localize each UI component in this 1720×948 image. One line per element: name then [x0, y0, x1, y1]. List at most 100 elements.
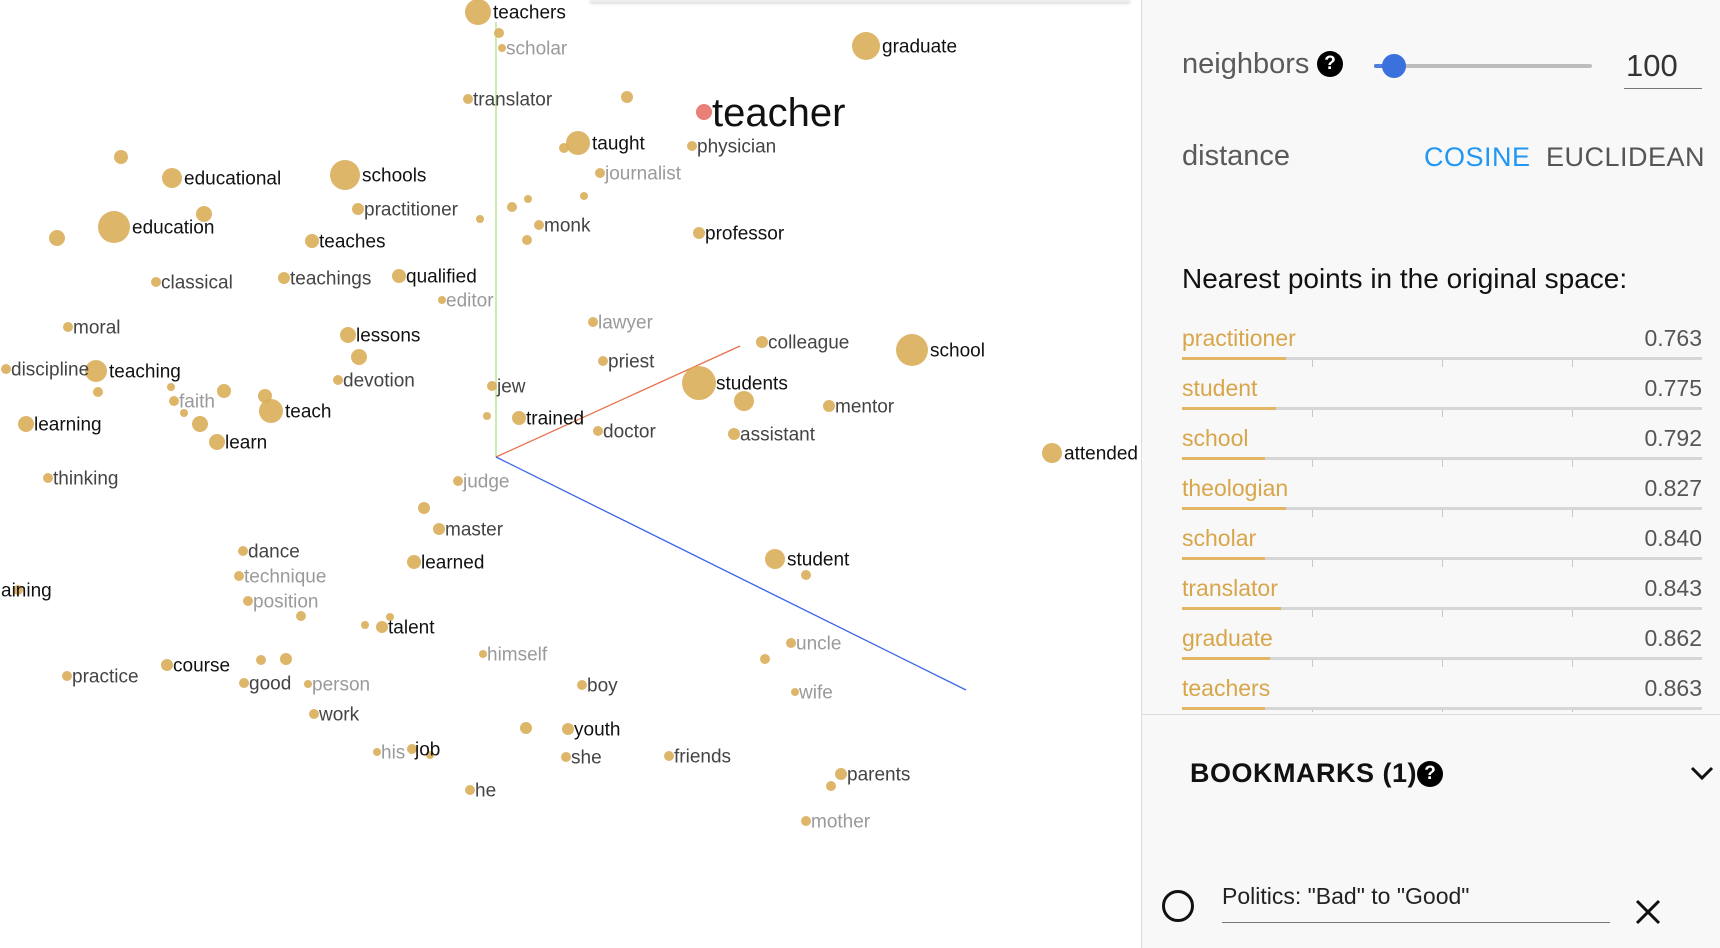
point-20[interactable] [522, 235, 532, 245]
point-76[interactable] [760, 654, 770, 664]
point-teaches[interactable] [305, 234, 319, 248]
point-professor[interactable] [693, 227, 705, 239]
point-thinking[interactable] [43, 473, 53, 483]
point-label-learned[interactable]: learned [421, 553, 484, 574]
point-label-technique[interactable]: technique [244, 567, 326, 588]
point-66[interactable] [801, 570, 811, 580]
point-his[interactable] [373, 748, 381, 756]
point-work[interactable] [309, 709, 319, 719]
point-16[interactable] [524, 195, 532, 203]
bookmark-radio[interactable] [1162, 890, 1194, 922]
point-label-aining[interactable]: aining [1, 581, 52, 602]
point-17[interactable] [580, 192, 588, 200]
point-practitioner[interactable] [352, 203, 364, 215]
point-monk[interactable] [534, 220, 544, 230]
nearest-word[interactable]: student [1182, 375, 1257, 402]
point-lawyer[interactable] [588, 317, 598, 327]
point-label-uncle[interactable]: uncle [796, 634, 841, 655]
point-practice[interactable] [62, 671, 72, 681]
point-educational[interactable] [162, 168, 182, 188]
point-she[interactable] [561, 752, 571, 762]
chevron-down-icon[interactable] [1690, 765, 1714, 781]
point-54[interactable] [192, 416, 208, 432]
point-label-learning[interactable]: learning [34, 415, 102, 436]
neighbors-slider-thumb[interactable] [1381, 54, 1406, 78]
point-position[interactable] [243, 596, 253, 606]
point-mentor[interactable] [823, 400, 835, 412]
point-label-taught[interactable]: taught [592, 134, 646, 155]
nearest-word[interactable]: school [1182, 425, 1248, 452]
point-label-student[interactable]: student [787, 550, 850, 571]
point-label-education[interactable]: education [132, 218, 214, 239]
point-2[interactable] [494, 28, 504, 38]
point-education[interactable] [98, 211, 130, 243]
point-label-devotion[interactable]: devotion [343, 371, 415, 392]
point-label-assistant[interactable]: assistant [740, 425, 816, 446]
point-72[interactable] [361, 621, 369, 629]
nearest-row[interactable]: theologian 0.827 [1182, 470, 1702, 520]
point-label-students[interactable]: students [716, 374, 788, 395]
point-label-teach[interactable]: teach [285, 402, 331, 423]
point-87[interactable] [520, 722, 532, 734]
point-label-discipline[interactable]: discipline [11, 360, 89, 381]
point-students[interactable] [682, 366, 716, 400]
point-journalist[interactable] [595, 168, 605, 178]
point-label-job[interactable]: job [414, 740, 440, 761]
point-label-his[interactable]: his [381, 743, 405, 764]
point-label-teachings[interactable]: teachings [290, 269, 371, 290]
point-teachings[interactable] [278, 272, 290, 284]
point-label-teachers[interactable]: teachers [493, 3, 566, 24]
point-dance[interactable] [238, 546, 248, 556]
point-course[interactable] [161, 659, 173, 671]
nearest-row[interactable]: scholar 0.840 [1182, 520, 1702, 570]
point-assistant[interactable] [728, 428, 740, 440]
point-label-teaching[interactable]: teaching [109, 362, 181, 383]
point-label-she[interactable]: she [571, 748, 602, 769]
point-33[interactable] [351, 349, 367, 365]
point-label-teacher[interactable]: teacher [712, 91, 845, 135]
neighbors-count-input[interactable]: 100 [1624, 44, 1702, 89]
point-label-wife[interactable]: wife [798, 683, 833, 704]
nearest-word[interactable]: teachers [1182, 675, 1270, 702]
point-11[interactable] [114, 150, 128, 164]
point-label-parents[interactable]: parents [847, 765, 910, 786]
point-attended[interactable] [1042, 443, 1062, 463]
nearest-points-list[interactable]: practitioner 0.763 student 0.775 school 0.792… [1182, 320, 1702, 712]
point-devotion[interactable] [333, 375, 343, 385]
point-label-educational[interactable]: educational [184, 169, 281, 190]
point-classical[interactable] [151, 277, 161, 287]
point-label-thinking[interactable]: thinking [53, 469, 119, 490]
point-label-practitioner[interactable]: practitioner [364, 200, 459, 221]
point-learned[interactable] [407, 555, 421, 569]
point-label-professor[interactable]: professor [705, 224, 785, 245]
point-priest[interactable] [598, 356, 608, 366]
nearest-row[interactable]: translator 0.843 [1182, 570, 1702, 620]
point-46[interactable] [217, 384, 231, 398]
point-79[interactable] [280, 653, 292, 665]
point-label-good[interactable]: good [249, 674, 291, 695]
point-label-boy[interactable]: boy [587, 676, 618, 697]
point-student[interactable] [765, 549, 785, 569]
point-jew[interactable] [487, 381, 497, 391]
point-translator[interactable] [463, 94, 473, 104]
point-label-doctor[interactable]: doctor [603, 422, 656, 443]
point-teach[interactable] [259, 399, 283, 423]
point-talent[interactable] [376, 621, 388, 633]
point-label-school[interactable]: school [930, 341, 985, 362]
point-doctor[interactable] [593, 426, 603, 436]
point-technique[interactable] [234, 571, 244, 581]
point-label-dance[interactable]: dance [248, 542, 300, 563]
point-label-he[interactable]: he [475, 781, 496, 802]
point-label-qualified[interactable]: qualified [406, 267, 477, 288]
point-label-graduate[interactable]: graduate [882, 37, 957, 58]
point-school[interactable] [896, 334, 928, 366]
point-trained[interactable] [512, 411, 526, 425]
point-graduate[interactable] [852, 32, 880, 60]
point-label-mentor[interactable]: mentor [835, 397, 895, 418]
point-78[interactable] [256, 655, 266, 665]
point-label-master[interactable]: master [445, 520, 504, 541]
point-himself[interactable] [479, 650, 487, 658]
point-label-translator[interactable]: translator [473, 90, 553, 111]
point-person[interactable] [304, 680, 312, 688]
point-label-schools[interactable]: schools [362, 166, 426, 187]
